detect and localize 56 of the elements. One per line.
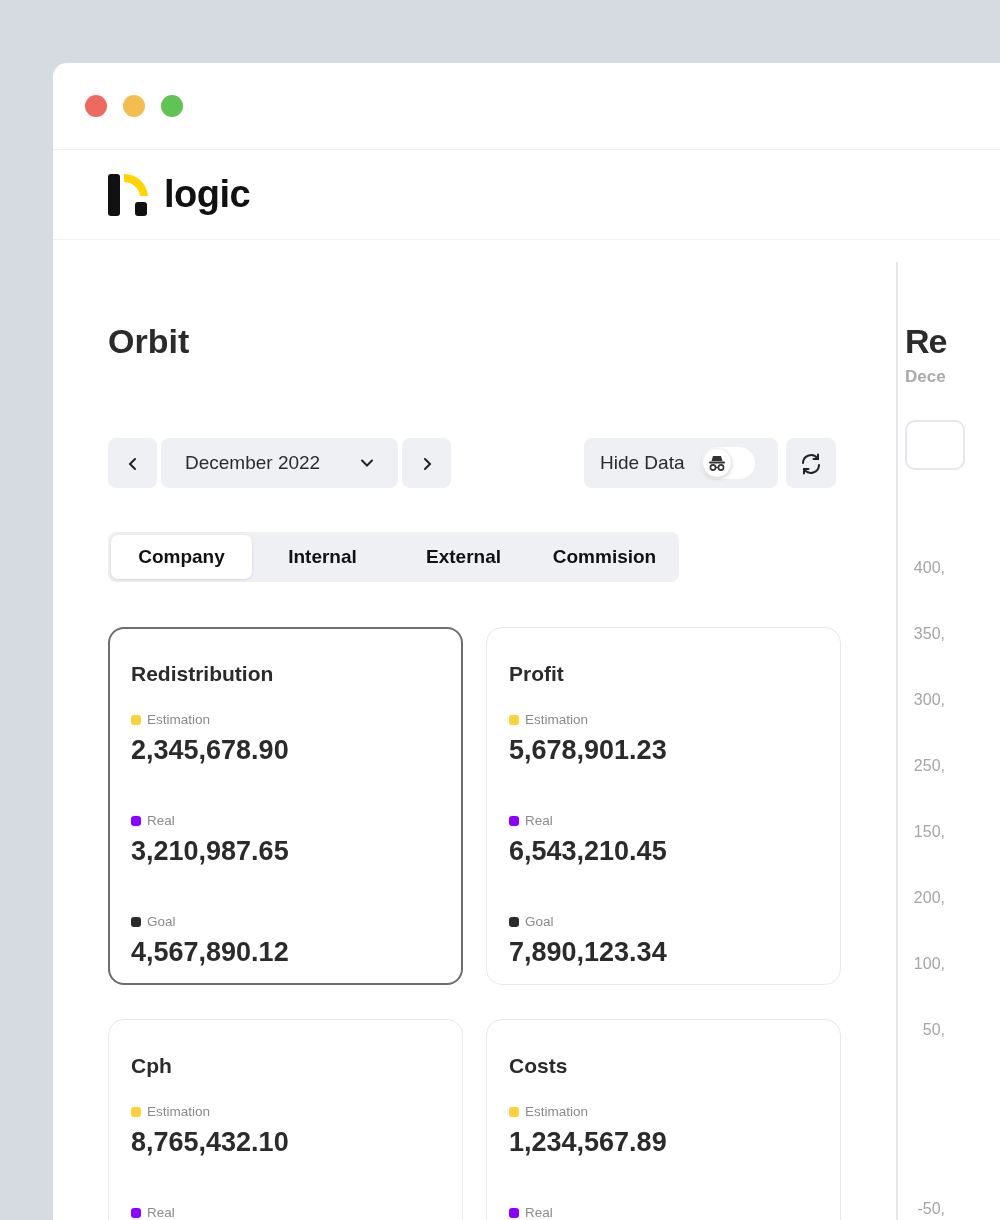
- metric-card[interactable]: Redistribution Estimation 2,345,678.90 Real 3,210,987.65 Goal 4,567,890.12: [108, 627, 463, 985]
- tab[interactable]: Internal: [252, 535, 393, 579]
- next-month-button[interactable]: [402, 438, 451, 488]
- metric-label: Real: [147, 1203, 175, 1220]
- panel-subtitle: Dece: [905, 366, 947, 388]
- axis-label: 250,: [913, 755, 945, 775]
- hide-data-toggle[interactable]: [700, 447, 755, 479]
- metric-label: Estimation: [147, 710, 211, 729]
- card-title: Profit: [509, 661, 565, 687]
- axis-label: 350,: [913, 623, 945, 643]
- page-title: Orbit: [108, 321, 191, 362]
- hide-data-label: Hide Data: [600, 450, 685, 475]
- minimize-window-icon[interactable]: [123, 95, 145, 117]
- metric-label: Estimation: [525, 710, 589, 729]
- metric-label: Real: [525, 1203, 553, 1220]
- metric-label: Estimation: [147, 1102, 211, 1121]
- month-selector[interactable]: December 2022: [161, 438, 398, 488]
- card-title: Cph: [131, 1053, 173, 1079]
- metric-label: Estimation: [525, 1102, 589, 1121]
- previous-month-button[interactable]: [108, 438, 157, 488]
- panel-button[interactable]: [905, 419, 965, 470]
- metric-card[interactable]: Profit Estimation 5,678,901.23 Real 6,543,210.45 Goal 7,890,123.34: [486, 627, 841, 985]
- metric-value: 4,567,890.12: [131, 936, 290, 970]
- axis-label: 200,: [913, 887, 945, 907]
- card-title: Redistribution: [131, 661, 275, 687]
- tab[interactable]: Commision: [534, 535, 675, 579]
- axis-label: 100,: [913, 953, 945, 973]
- metric-label: Real: [147, 811, 175, 830]
- metric-value: 1,234,567.89: [509, 1125, 668, 1159]
- tab[interactable]: External: [393, 535, 534, 579]
- axis-label: 300,: [913, 689, 945, 709]
- refresh-button[interactable]: [786, 438, 836, 488]
- metric-label: Goal: [147, 913, 176, 931]
- card-title: Costs: [509, 1053, 569, 1079]
- axis-label: 150,: [913, 821, 945, 841]
- metric-card[interactable]: Cph Estimation 8,765,432.10 Real: [108, 1019, 463, 1220]
- metric-value: 7,890,123.34: [509, 936, 668, 970]
- metric-value: 3,210,987.65: [131, 835, 290, 868]
- logo-icon: [108, 173, 148, 216]
- metric-label: Goal: [525, 913, 554, 931]
- refresh-icon: [799, 451, 823, 476]
- incognito-icon: [706, 453, 727, 473]
- metric-card[interactable]: Costs Estimation 1,234,567.89 Real: [486, 1019, 841, 1220]
- maximize-window-icon[interactable]: [161, 95, 183, 117]
- metric-value: 5,678,901.23: [509, 733, 668, 767]
- axis-label: 400,: [913, 557, 945, 577]
- metric-value: 8,765,432.10: [131, 1125, 290, 1159]
- axis-label: -50,: [917, 1198, 945, 1218]
- panel-title: Re: [905, 321, 948, 362]
- tab[interactable]: Company: [111, 535, 252, 579]
- close-window-icon[interactable]: [85, 95, 107, 117]
- metric-value: 2,345,678.90: [131, 733, 290, 767]
- metric-value: 6,543,210.45: [509, 835, 668, 868]
- metric-label: Real: [525, 811, 553, 830]
- axis-label: 50,: [922, 1019, 945, 1039]
- brand-name: logic: [164, 172, 251, 217]
